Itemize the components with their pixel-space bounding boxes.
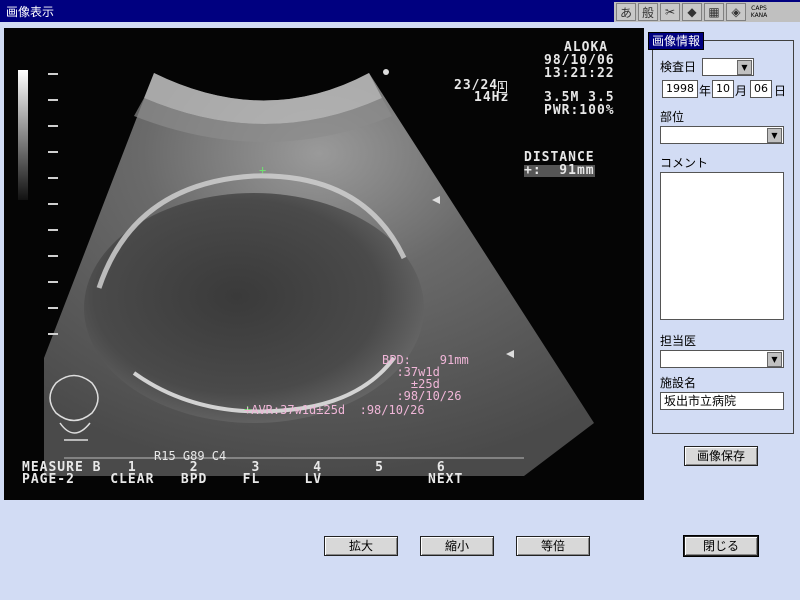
zoom-in-button[interactable]: 拡大 bbox=[324, 536, 398, 556]
image-info-tab[interactable]: 画像情報 bbox=[648, 32, 705, 50]
ime-tool-icon[interactable]: ✂ bbox=[660, 3, 680, 21]
exam-date-select[interactable]: ▼ bbox=[702, 58, 754, 76]
ime-property-icon[interactable]: ◈ bbox=[726, 3, 746, 21]
distance-value: +: 91mm bbox=[524, 163, 595, 178]
save-image-button[interactable]: 画像保存 bbox=[684, 446, 758, 466]
chevron-down-icon[interactable]: ▼ bbox=[767, 352, 782, 367]
doctor-select[interactable]: ▼ bbox=[660, 350, 784, 368]
window-title: 画像表示 bbox=[6, 5, 55, 19]
bpd-line-4: :98/10/26 bbox=[382, 389, 462, 403]
ime-toolbar: あ 般 ✂ ◆ ▦ ◈ CAPS KANA bbox=[614, 2, 800, 22]
day-unit: 日 bbox=[774, 84, 787, 98]
avr-line: +AVR:37w1d±25d :98/10/26 bbox=[244, 403, 425, 417]
chevron-down-icon[interactable]: ▼ bbox=[767, 128, 782, 143]
caps-kana-indicator: CAPS KANA bbox=[750, 5, 768, 19]
frame-rate: 14Hz bbox=[474, 90, 510, 105]
comment-textarea[interactable] bbox=[660, 172, 784, 320]
chevron-down-icon[interactable]: ▼ bbox=[737, 60, 752, 75]
ime-kana-button[interactable]: あ bbox=[616, 3, 636, 21]
site-label: 部位 bbox=[660, 110, 685, 124]
grayscale-bar bbox=[18, 70, 28, 200]
exam-date-label: 検査日 bbox=[660, 60, 697, 74]
year-field[interactable]: 1998 bbox=[662, 80, 698, 98]
svg-text:+: + bbox=[259, 163, 266, 177]
actual-size-button[interactable]: 等倍 bbox=[516, 536, 590, 556]
month-field[interactable]: 10 bbox=[712, 80, 734, 98]
ime-mode-button[interactable]: 般 bbox=[638, 3, 658, 21]
ultrasound-image-viewer[interactable]: + + ALOKA 98/10/06 13:21:22 23/241 14Hz … bbox=[4, 28, 644, 500]
comment-label: コメント bbox=[660, 156, 709, 170]
ime-pad-icon[interactable]: ▦ bbox=[704, 3, 724, 21]
power-info: PWR:100% bbox=[544, 103, 615, 118]
day-field[interactable]: 06 bbox=[750, 80, 772, 98]
doctor-label: 担当医 bbox=[660, 334, 697, 348]
zoom-out-button[interactable]: 縮小 bbox=[420, 536, 494, 556]
close-button[interactable]: 閉じる bbox=[683, 535, 759, 557]
facility-label: 施設名 bbox=[660, 376, 697, 390]
ime-dictionary-icon[interactable]: ◆ bbox=[682, 3, 702, 21]
scan-time: 13:21:22 bbox=[544, 66, 615, 81]
page-row: PAGE-2 CLEAR BPD FL LV NEXT bbox=[22, 472, 464, 487]
month-unit: 月 bbox=[735, 84, 748, 98]
year-unit: 年 bbox=[699, 84, 712, 98]
site-select[interactable]: ▼ bbox=[660, 126, 784, 144]
facility-field[interactable]: 坂出市立病院 bbox=[660, 392, 784, 410]
